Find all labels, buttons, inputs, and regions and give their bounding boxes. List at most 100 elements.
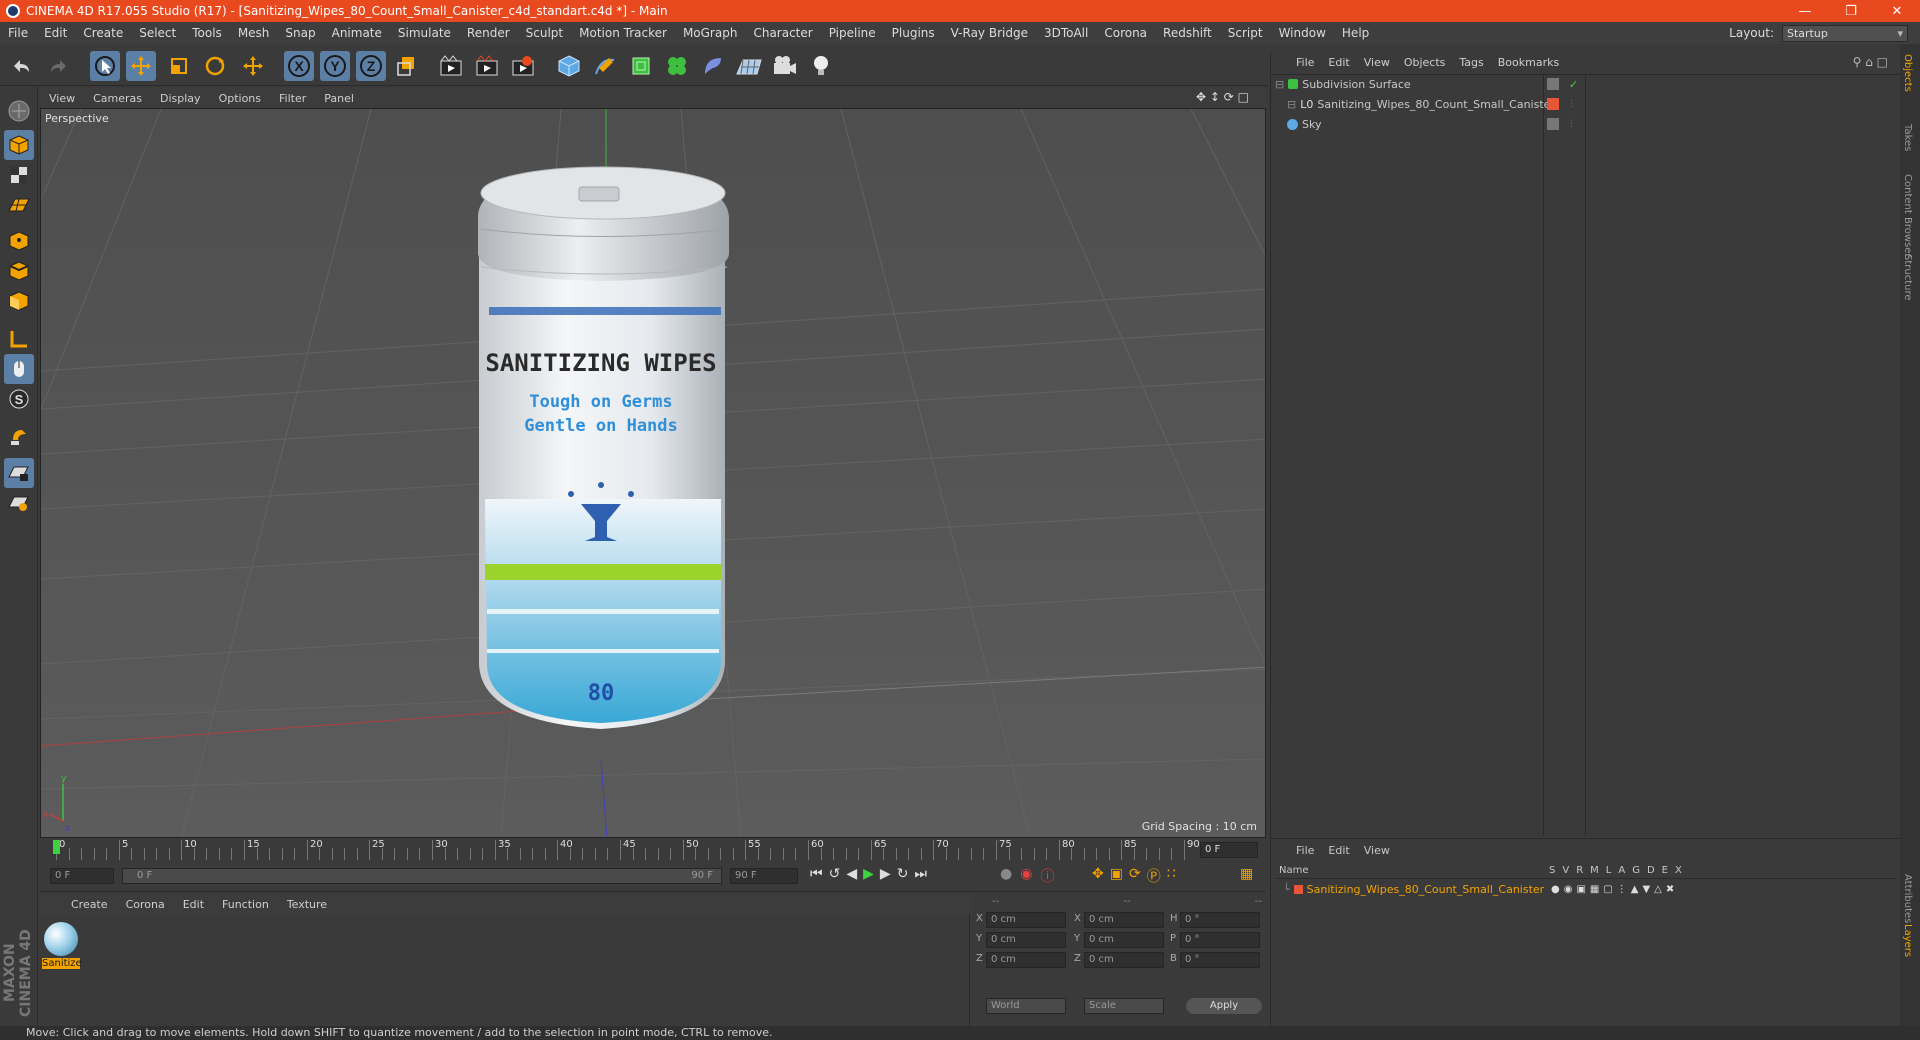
minimize-icon[interactable]: — bbox=[1782, 0, 1828, 22]
layer-column-header[interactable]: D bbox=[1647, 865, 1655, 876]
object-menu-tags[interactable]: Tags bbox=[1452, 56, 1490, 69]
menu-render[interactable]: Render bbox=[459, 26, 518, 40]
side-tab-takes[interactable]: Takes bbox=[1902, 124, 1913, 151]
workplane-icon[interactable] bbox=[4, 190, 34, 220]
menu-3dtoall[interactable]: 3DToAll bbox=[1036, 26, 1096, 40]
menu-plugins[interactable]: Plugins bbox=[884, 26, 943, 40]
go-to-start-icon[interactable]: ⏮ bbox=[810, 866, 823, 882]
coord-value-field[interactable]: 0 ° bbox=[1180, 912, 1260, 928]
menu-select[interactable]: Select bbox=[131, 26, 184, 40]
object-menu-bookmarks[interactable]: Bookmarks bbox=[1491, 56, 1566, 69]
object-row-canister[interactable]: ⊟ L0 Sanitizing_Wipes_80_Count_Small_Can… bbox=[1271, 94, 1901, 114]
previous-frame-icon[interactable]: ◀ bbox=[846, 866, 857, 882]
menu-redshift[interactable]: Redshift bbox=[1155, 26, 1220, 40]
menu-script[interactable]: Script bbox=[1220, 26, 1271, 40]
material-menu-create[interactable]: Create bbox=[62, 898, 117, 911]
menu-sculpt[interactable]: Sculpt bbox=[518, 26, 571, 40]
y-axis-lock-icon[interactable]: Y bbox=[320, 51, 350, 81]
coord-value-field[interactable]: 0 cm bbox=[1084, 932, 1164, 948]
menu-file[interactable]: File bbox=[0, 26, 36, 40]
menu-motion-tracker[interactable]: Motion Tracker bbox=[571, 26, 675, 40]
current-frame-field[interactable]: 0 F bbox=[1200, 842, 1258, 858]
side-tab-objects[interactable]: Objects bbox=[1902, 54, 1913, 92]
viewport-menu-cameras[interactable]: Cameras bbox=[84, 92, 151, 105]
layer-flags-icons[interactable]: ●◉▣▦▢⋮▲▼△✖ bbox=[1551, 884, 1678, 895]
model-mode-icon[interactable] bbox=[4, 130, 34, 160]
layer-column-header[interactable]: R bbox=[1576, 865, 1583, 876]
viewport-menu-options[interactable]: Options bbox=[210, 92, 270, 105]
coord-value-field[interactable]: 0 cm bbox=[1084, 912, 1164, 928]
record-point-level-icon[interactable]: ∷ bbox=[1167, 866, 1176, 886]
coord-value-field[interactable]: 0 cm bbox=[986, 932, 1066, 948]
deformer-icon[interactable] bbox=[698, 51, 728, 81]
menu-corona[interactable]: Corona bbox=[1096, 26, 1155, 40]
render-settings-icon[interactable] bbox=[508, 51, 538, 81]
coord-value-field[interactable]: 0 cm bbox=[986, 952, 1066, 968]
menu-animate[interactable]: Animate bbox=[324, 26, 390, 40]
object-menu-objects[interactable]: Objects bbox=[1397, 56, 1453, 69]
make-editable-icon[interactable] bbox=[4, 96, 34, 126]
rotate-tool-icon[interactable] bbox=[200, 51, 230, 81]
timeline-window-icon[interactable]: ▦ bbox=[1240, 866, 1253, 882]
cloner-icon[interactable] bbox=[662, 51, 692, 81]
layer-menu-edit[interactable]: Edit bbox=[1321, 844, 1356, 857]
enabled-check-icon[interactable]: ✓ bbox=[1569, 78, 1578, 91]
layer-column-header[interactable]: A bbox=[1618, 865, 1625, 876]
snapping-icon[interactable] bbox=[4, 422, 34, 452]
record-scale-icon[interactable]: ▣ bbox=[1110, 866, 1123, 886]
object-menu-file[interactable]: File bbox=[1289, 56, 1321, 69]
record-position-icon[interactable]: ✥ bbox=[1092, 866, 1104, 886]
record-rotation-icon[interactable]: ⟳ bbox=[1129, 866, 1141, 886]
viewport-menu-filter[interactable]: Filter bbox=[270, 92, 315, 105]
x-axis-lock-icon[interactable]: X bbox=[284, 51, 314, 81]
start-frame-field[interactable]: 0 F bbox=[50, 868, 114, 884]
transform-tool-icon[interactable] bbox=[238, 51, 268, 81]
menu-help[interactable]: Help bbox=[1334, 26, 1377, 40]
material-menu-corona[interactable]: Corona bbox=[117, 898, 174, 911]
layer-column-header[interactable]: X bbox=[1675, 865, 1682, 876]
object-manager-nav-icons[interactable]: ⚲ ⌂ □ bbox=[1853, 55, 1888, 69]
record-active-objects-icon[interactable]: ● bbox=[1000, 866, 1012, 886]
object-menu-view[interactable]: View bbox=[1357, 56, 1397, 69]
menu-tools[interactable]: Tools bbox=[184, 26, 230, 40]
autokeying-icon[interactable]: ◉ bbox=[1020, 866, 1032, 886]
layer-column-header[interactable]: L bbox=[1606, 865, 1612, 876]
menu-character[interactable]: Character bbox=[745, 26, 820, 40]
menu-create[interactable]: Create bbox=[75, 26, 131, 40]
layer-column-header[interactable]: M bbox=[1590, 865, 1599, 876]
layer-column-header[interactable]: S bbox=[1549, 865, 1555, 876]
light-object-icon[interactable] bbox=[806, 51, 836, 81]
material-swatch[interactable]: Sanitize bbox=[42, 922, 82, 969]
floor-object-icon[interactable] bbox=[734, 51, 764, 81]
locked-workplane-icon[interactable] bbox=[4, 458, 34, 488]
layer-menu-view[interactable]: View bbox=[1357, 844, 1397, 857]
viewport-nav-icons[interactable]: ✥ ↕ ⟳ □ bbox=[1196, 90, 1249, 104]
close-icon[interactable]: ✕ bbox=[1874, 0, 1920, 22]
menu-simulate[interactable]: Simulate bbox=[390, 26, 459, 40]
tweak-mode-icon[interactable] bbox=[4, 354, 34, 384]
coord-value-field[interactable]: 0 cm bbox=[986, 912, 1066, 928]
viewport-menu-panel[interactable]: Panel bbox=[315, 92, 363, 105]
polygons-mode-icon[interactable] bbox=[4, 286, 34, 316]
coordinate-mode-dropdown[interactable]: World bbox=[986, 998, 1066, 1014]
coord-value-field[interactable]: 0 cm bbox=[1084, 952, 1164, 968]
previous-key-icon[interactable]: ↺ bbox=[829, 866, 841, 882]
planar-workplane-icon[interactable] bbox=[4, 488, 34, 518]
object-row-sky[interactable]: Sky ⋮ bbox=[1271, 114, 1901, 134]
play-icon[interactable]: ▶ bbox=[863, 866, 874, 882]
visibility-dots-icon[interactable]: ⋮ bbox=[1567, 99, 1576, 109]
enable-axis-icon[interactable] bbox=[4, 324, 34, 354]
timeline-ruler[interactable]: 0 5 10 15 20 25 30 35 40 45 50 55 60 65 70 75 80 85 90 0 F bbox=[40, 838, 1266, 862]
layer-menu-file[interactable]: File bbox=[1289, 844, 1321, 857]
redo-icon[interactable] bbox=[44, 51, 74, 81]
menu-edit[interactable]: Edit bbox=[36, 26, 75, 40]
layer-column-header[interactable]: E bbox=[1662, 865, 1668, 876]
object-menu-edit[interactable]: Edit bbox=[1321, 56, 1356, 69]
frame-range-slider[interactable]: 0 F 90 F bbox=[122, 868, 722, 884]
keyframe-selection-icon[interactable]: ⓘ bbox=[1040, 866, 1054, 886]
side-tab-content-browser[interactable]: Content Browser bbox=[1902, 174, 1913, 257]
side-tab-attributes[interactable]: Attributes bbox=[1902, 874, 1913, 923]
undo-icon[interactable] bbox=[6, 51, 36, 81]
texture-mode-icon[interactable] bbox=[4, 160, 34, 190]
scale-tool-icon[interactable] bbox=[164, 51, 194, 81]
